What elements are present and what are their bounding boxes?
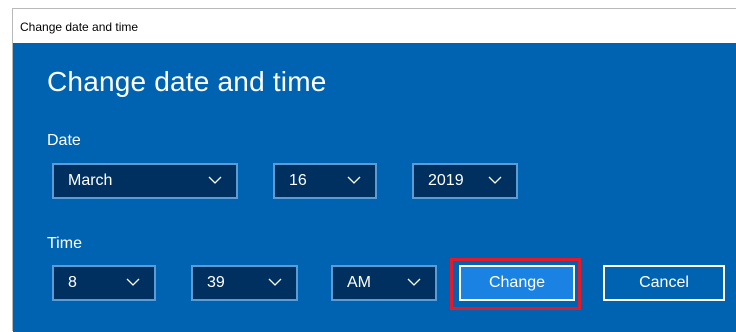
change-button[interactable]: Change (459, 265, 575, 301)
date-label: Date (47, 132, 81, 149)
chevron-down-icon (208, 176, 222, 184)
chevron-down-icon (407, 278, 421, 286)
cancel-button[interactable]: Cancel (603, 265, 725, 301)
change-date-time-window: Change date and time Change date and tim… (12, 8, 736, 332)
day-value: 16 (289, 172, 307, 189)
chevron-down-icon (347, 176, 361, 184)
chevron-down-icon (488, 176, 502, 184)
period-value: AM (347, 274, 371, 291)
month-value: March (68, 172, 113, 189)
hour-value: 8 (68, 274, 77, 291)
period-select[interactable]: AM (331, 265, 437, 301)
page-title: Change date and time (47, 66, 327, 97)
minute-value: 39 (207, 274, 225, 291)
year-select[interactable]: 2019 (412, 163, 518, 199)
time-label: Time (47, 235, 82, 252)
hour-select[interactable]: 8 (52, 265, 156, 301)
chevron-down-icon (268, 278, 282, 286)
minute-select[interactable]: 39 (191, 265, 298, 301)
window-title: Change date and time (20, 20, 139, 34)
chevron-down-icon (126, 278, 140, 286)
date-time-panel: Change date and time Date March 16 2019 … (13, 43, 736, 332)
day-select[interactable]: 16 (273, 163, 377, 199)
window-titlebar: Change date and time (13, 9, 736, 43)
month-select[interactable]: March (52, 163, 238, 199)
year-value: 2019 (428, 172, 464, 189)
